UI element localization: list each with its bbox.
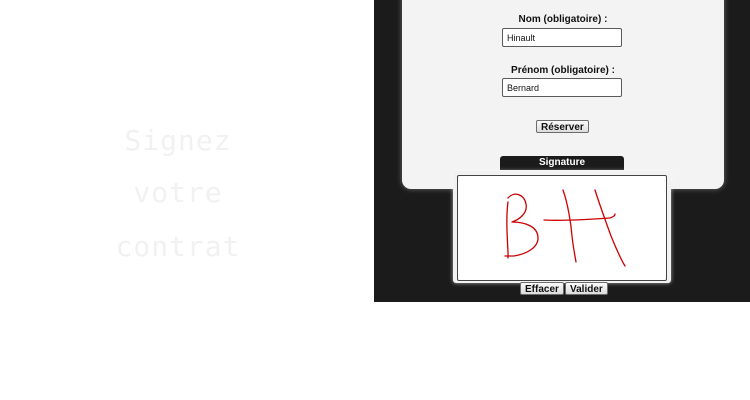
signature-strokes xyxy=(504,189,626,267)
reserve-button[interactable]: Réserver xyxy=(536,120,589,133)
stroke-b-upright xyxy=(506,201,509,259)
app-screen: Nom (obligatoire) : Prénom (obligatoire)… xyxy=(374,0,750,302)
prenom-label: Prénom (obligatoire) : xyxy=(511,65,615,76)
stroke-b-loops xyxy=(504,193,539,257)
promo-line-contrat: contrat xyxy=(115,230,241,263)
promo-area: Signez votre contrat xyxy=(0,0,374,400)
validate-signature-button[interactable]: Valider xyxy=(565,282,608,295)
signature-header: Signature xyxy=(500,156,624,170)
promo-line-signez: Signez xyxy=(124,124,232,157)
clear-signature-button[interactable]: Effacer xyxy=(520,282,564,295)
signature-drawing xyxy=(504,189,626,267)
stroke-h-right xyxy=(594,189,626,267)
nom-field[interactable] xyxy=(502,28,622,47)
promo-line-votre: votre xyxy=(133,176,223,209)
signature-canvas[interactable] xyxy=(457,175,667,281)
stroke-h-left xyxy=(562,189,577,263)
nom-label: Nom (obligatoire) : xyxy=(518,14,608,25)
signature-frame xyxy=(453,171,671,283)
prenom-field[interactable] xyxy=(502,78,622,97)
